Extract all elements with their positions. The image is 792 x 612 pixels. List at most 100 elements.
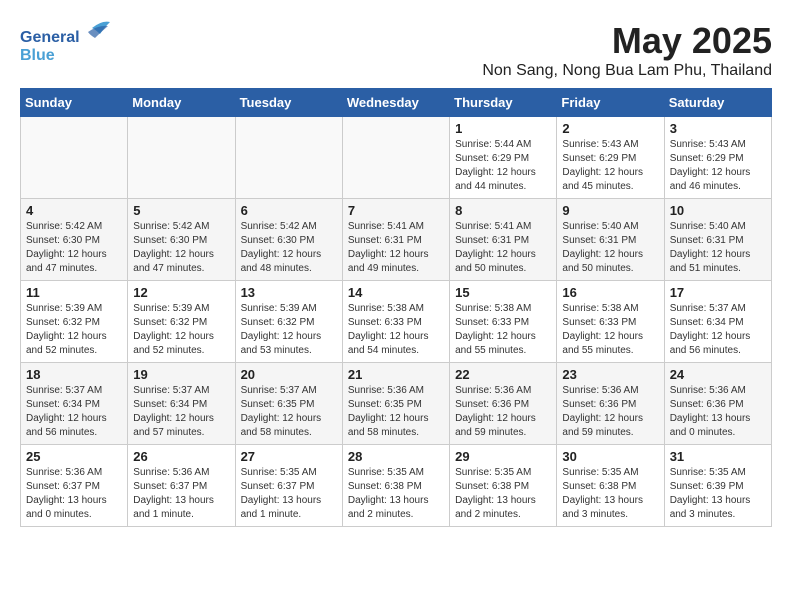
logo: General Blue bbox=[20, 20, 110, 75]
day-info: Sunrise: 5:43 AM Sunset: 6:29 PM Dayligh… bbox=[562, 138, 658, 194]
calendar-cell: 1 Sunrise: 5:44 AM Sunset: 6:29 PM Daylig… bbox=[450, 117, 557, 199]
calendar-cell: 16 Sunrise: 5:38 AM Sunset: 6:33 PM Dayli… bbox=[557, 281, 664, 363]
calendar-cell: 2 Sunrise: 5:43 AM Sunset: 6:29 PM Daylig… bbox=[557, 117, 664, 199]
day-info: Sunrise: 5:35 AM Sunset: 6:37 PM Dayligh… bbox=[241, 466, 337, 522]
calendar-cell: 28 Sunrise: 5:35 AM Sunset: 6:38 PM Dayli… bbox=[342, 445, 449, 527]
day-number: 1 bbox=[455, 121, 551, 136]
calendar-cell: 8 Sunrise: 5:41 AM Sunset: 6:31 PM Daylig… bbox=[450, 199, 557, 281]
day-number: 31 bbox=[670, 449, 766, 464]
day-info: Sunrise: 5:40 AM Sunset: 6:31 PM Dayligh… bbox=[670, 220, 766, 276]
calendar-cell: 24 Sunrise: 5:36 AM Sunset: 6:36 PM Dayli… bbox=[664, 363, 771, 445]
calendar-cell: 19 Sunrise: 5:37 AM Sunset: 6:34 PM Dayli… bbox=[128, 363, 235, 445]
day-number: 29 bbox=[455, 449, 551, 464]
day-info: Sunrise: 5:39 AM Sunset: 6:32 PM Dayligh… bbox=[133, 302, 229, 358]
day-number: 15 bbox=[455, 285, 551, 300]
calendar-cell: 20 Sunrise: 5:37 AM Sunset: 6:35 PM Dayli… bbox=[235, 363, 342, 445]
day-info: Sunrise: 5:35 AM Sunset: 6:38 PM Dayligh… bbox=[562, 466, 658, 522]
day-number: 21 bbox=[348, 367, 444, 382]
sub-title: Non Sang, Nong Bua Lam Phu, Thailand bbox=[482, 62, 772, 80]
day-info: Sunrise: 5:42 AM Sunset: 6:30 PM Dayligh… bbox=[133, 220, 229, 276]
day-number: 19 bbox=[133, 367, 229, 382]
weekday-header-friday: Friday bbox=[557, 89, 664, 117]
weekday-header-wednesday: Wednesday bbox=[342, 89, 449, 117]
day-number: 12 bbox=[133, 285, 229, 300]
calendar-cell: 26Sunrise: 5:36 AM Sunset: 6:37 PM Dayli… bbox=[128, 445, 235, 527]
day-info: Sunrise: 5:42 AM Sunset: 6:30 PM Dayligh… bbox=[241, 220, 337, 276]
day-info: Sunrise: 5:37 AM Sunset: 6:34 PM Dayligh… bbox=[670, 302, 766, 358]
week-row-2: 4 Sunrise: 5:42 AM Sunset: 6:30 PM Daylig… bbox=[21, 199, 772, 281]
day-info: Sunrise: 5:35 AM Sunset: 6:39 PM Dayligh… bbox=[670, 466, 766, 522]
day-info: Sunrise: 5:39 AM Sunset: 6:32 PM Dayligh… bbox=[26, 302, 122, 358]
calendar-cell: 14 Sunrise: 5:38 AM Sunset: 6:33 PM Dayli… bbox=[342, 281, 449, 363]
day-number: 3 bbox=[670, 121, 766, 136]
day-number: 11 bbox=[26, 285, 122, 300]
day-number: 28 bbox=[348, 449, 444, 464]
calendar-cell: 13Sunrise: 5:39 AM Sunset: 6:32 PM Dayli… bbox=[235, 281, 342, 363]
title-block: May 2025 Non Sang, Nong Bua Lam Phu, Tha… bbox=[482, 20, 772, 80]
svg-text:Blue: Blue bbox=[20, 47, 55, 64]
day-info: Sunrise: 5:37 AM Sunset: 6:34 PM Dayligh… bbox=[133, 384, 229, 440]
day-number: 4 bbox=[26, 203, 122, 218]
day-number: 26 bbox=[133, 449, 229, 464]
page-header: General Blue May 2025 Non Sang, Nong Bua… bbox=[20, 20, 772, 80]
day-number: 9 bbox=[562, 203, 658, 218]
calendar-table: SundayMondayTuesdayWednesdayThursdayFrid… bbox=[20, 88, 772, 527]
day-number: 16 bbox=[562, 285, 658, 300]
day-info: Sunrise: 5:37 AM Sunset: 6:35 PM Dayligh… bbox=[241, 384, 337, 440]
day-number: 14 bbox=[348, 285, 444, 300]
day-number: 30 bbox=[562, 449, 658, 464]
day-info: Sunrise: 5:44 AM Sunset: 6:29 PM Dayligh… bbox=[455, 138, 551, 194]
calendar-cell: 31 Sunrise: 5:35 AM Sunset: 6:39 PM Dayli… bbox=[664, 445, 771, 527]
day-number: 2 bbox=[562, 121, 658, 136]
calendar-cell: 3 Sunrise: 5:43 AM Sunset: 6:29 PM Daylig… bbox=[664, 117, 771, 199]
day-info: Sunrise: 5:37 AM Sunset: 6:34 PM Dayligh… bbox=[26, 384, 122, 440]
day-info: Sunrise: 5:38 AM Sunset: 6:33 PM Dayligh… bbox=[562, 302, 658, 358]
day-info: Sunrise: 5:41 AM Sunset: 6:31 PM Dayligh… bbox=[455, 220, 551, 276]
weekday-header-thursday: Thursday bbox=[450, 89, 557, 117]
calendar-cell: 30 Sunrise: 5:35 AM Sunset: 6:38 PM Dayli… bbox=[557, 445, 664, 527]
day-number: 27 bbox=[241, 449, 337, 464]
day-number: 13 bbox=[241, 285, 337, 300]
day-info: Sunrise: 5:43 AM Sunset: 6:29 PM Dayligh… bbox=[670, 138, 766, 194]
calendar-cell: 11 Sunrise: 5:39 AM Sunset: 6:32 PM Dayli… bbox=[21, 281, 128, 363]
calendar-cell: 29 Sunrise: 5:35 AM Sunset: 6:38 PM Dayli… bbox=[450, 445, 557, 527]
day-info: Sunrise: 5:38 AM Sunset: 6:33 PM Dayligh… bbox=[348, 302, 444, 358]
week-row-1: 1 Sunrise: 5:44 AM Sunset: 6:29 PM Daylig… bbox=[21, 117, 772, 199]
svg-text:General: General bbox=[20, 29, 80, 46]
day-info: Sunrise: 5:36 AM Sunset: 6:36 PM Dayligh… bbox=[670, 384, 766, 440]
day-info: Sunrise: 5:36 AM Sunset: 6:37 PM Dayligh… bbox=[26, 466, 122, 522]
week-row-4: 18 Sunrise: 5:37 AM Sunset: 6:34 PM Dayli… bbox=[21, 363, 772, 445]
day-number: 6 bbox=[241, 203, 337, 218]
day-info: Sunrise: 5:35 AM Sunset: 6:38 PM Dayligh… bbox=[348, 466, 444, 522]
calendar-cell: 25 Sunrise: 5:36 AM Sunset: 6:37 PM Dayli… bbox=[21, 445, 128, 527]
calendar-cell: 4 Sunrise: 5:42 AM Sunset: 6:30 PM Daylig… bbox=[21, 199, 128, 281]
weekday-header-saturday: Saturday bbox=[664, 89, 771, 117]
calendar-cell: 6 Sunrise: 5:42 AM Sunset: 6:30 PM Daylig… bbox=[235, 199, 342, 281]
calendar-cell: 22 Sunrise: 5:36 AM Sunset: 6:36 PM Dayli… bbox=[450, 363, 557, 445]
day-info: Sunrise: 5:35 AM Sunset: 6:38 PM Dayligh… bbox=[455, 466, 551, 522]
day-info: Sunrise: 5:41 AM Sunset: 6:31 PM Dayligh… bbox=[348, 220, 444, 276]
day-number: 20 bbox=[241, 367, 337, 382]
day-number: 23 bbox=[562, 367, 658, 382]
calendar-cell bbox=[21, 117, 128, 199]
day-number: 25 bbox=[26, 449, 122, 464]
calendar-cell: 17 Sunrise: 5:37 AM Sunset: 6:34 PM Dayli… bbox=[664, 281, 771, 363]
calendar-cell: 23 Sunrise: 5:36 AM Sunset: 6:36 PM Dayli… bbox=[557, 363, 664, 445]
day-info: Sunrise: 5:36 AM Sunset: 6:36 PM Dayligh… bbox=[562, 384, 658, 440]
day-number: 17 bbox=[670, 285, 766, 300]
calendar-cell bbox=[235, 117, 342, 199]
day-number: 22 bbox=[455, 367, 551, 382]
main-title: May 2025 bbox=[482, 20, 772, 62]
calendar-cell: 12 Sunrise: 5:39 AM Sunset: 6:32 PM Dayli… bbox=[128, 281, 235, 363]
day-number: 18 bbox=[26, 367, 122, 382]
calendar-cell: 10Sunrise: 5:40 AM Sunset: 6:31 PM Dayli… bbox=[664, 199, 771, 281]
day-info: Sunrise: 5:36 AM Sunset: 6:36 PM Dayligh… bbox=[455, 384, 551, 440]
day-info: Sunrise: 5:42 AM Sunset: 6:30 PM Dayligh… bbox=[26, 220, 122, 276]
calendar-cell bbox=[128, 117, 235, 199]
day-number: 8 bbox=[455, 203, 551, 218]
logo: General Blue bbox=[20, 20, 110, 75]
day-number: 24 bbox=[670, 367, 766, 382]
calendar-cell: 18 Sunrise: 5:37 AM Sunset: 6:34 PM Dayli… bbox=[21, 363, 128, 445]
calendar-cell: 15 Sunrise: 5:38 AM Sunset: 6:33 PM Dayli… bbox=[450, 281, 557, 363]
day-info: Sunrise: 5:38 AM Sunset: 6:33 PM Dayligh… bbox=[455, 302, 551, 358]
